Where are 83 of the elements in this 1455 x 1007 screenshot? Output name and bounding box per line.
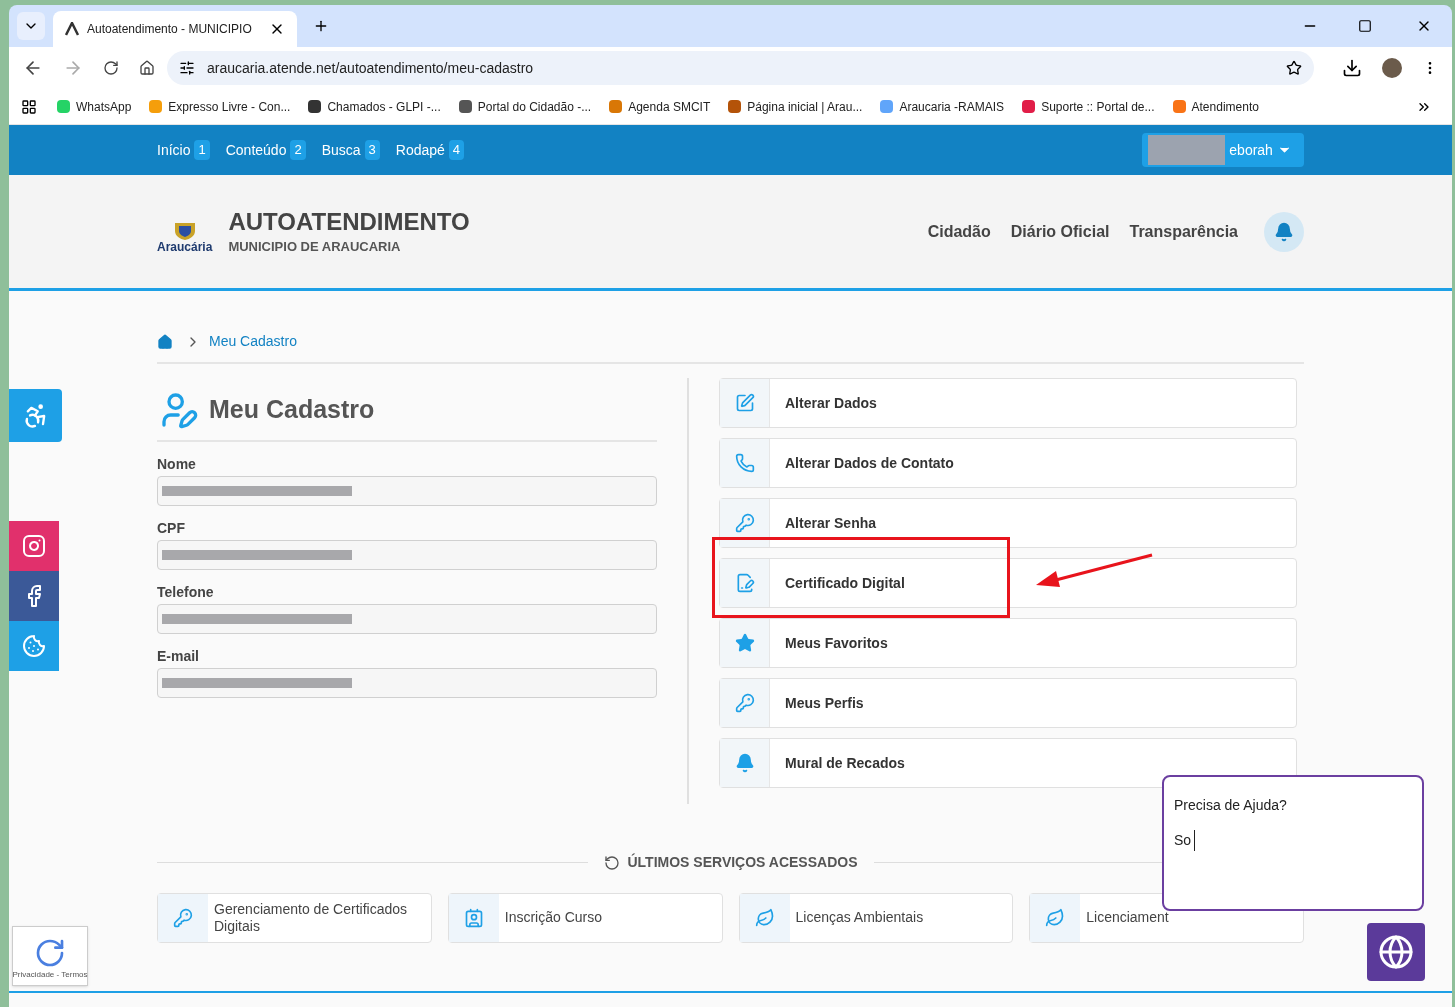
header-nav-link[interactable]: Transparência bbox=[1129, 219, 1238, 244]
recaptcha-links[interactable]: Privacidade - Termos bbox=[12, 969, 88, 981]
apps-icon[interactable] bbox=[21, 98, 37, 115]
bell-icon bbox=[734, 753, 755, 773]
chat-prompt: Precisa de Ajuda? bbox=[1174, 796, 1288, 815]
shortcut-key: 4 bbox=[448, 140, 465, 160]
shortcut-key: 3 bbox=[364, 140, 380, 160]
chat-input[interactable]: So bbox=[1174, 830, 1196, 851]
site-subtitle: MUNICIPIO DE ARAUCARIA bbox=[228, 237, 402, 256]
home-icon[interactable] bbox=[139, 60, 155, 76]
action-link[interactable]: Alterar Dados de Contato bbox=[719, 438, 1297, 488]
skip-link[interactable]: Rodapé 4 bbox=[395, 139, 465, 161]
notifications-button[interactable] bbox=[1264, 211, 1304, 252]
bell-icon bbox=[1274, 221, 1294, 242]
bookmark[interactable]: Atendimento bbox=[1172, 97, 1259, 116]
action-link[interactable]: Alterar Senha bbox=[719, 498, 1297, 548]
bookmark[interactable]: Portal do Cidadão -... bbox=[458, 97, 592, 116]
chat-launcher-button[interactable] bbox=[1367, 923, 1425, 981]
bookmark-star-icon[interactable] bbox=[1286, 60, 1302, 76]
site-title: AUTOATENDIMENTO bbox=[228, 206, 470, 237]
header-nav-link[interactable]: Diário Oficial bbox=[1010, 219, 1110, 244]
edit-icon bbox=[734, 393, 755, 413]
action-link[interactable]: Alterar Dados bbox=[719, 378, 1297, 428]
input-field[interactable] bbox=[157, 540, 657, 570]
input-field[interactable] bbox=[157, 604, 657, 634]
facebook-button[interactable] bbox=[9, 571, 59, 621]
bookmark[interactable]: Suporte :: Portal de... bbox=[1022, 97, 1155, 116]
site-settings-icon[interactable] bbox=[179, 60, 195, 76]
history-icon bbox=[603, 854, 620, 871]
action-link[interactable]: Mural de Recados bbox=[719, 738, 1297, 788]
tab-list-button[interactable] bbox=[17, 12, 45, 40]
bookmark[interactable]: Página inicial | Arau... bbox=[728, 97, 863, 116]
action-link[interactable]: Meus Perfis bbox=[719, 678, 1297, 728]
page-heading: Meu Cadastro bbox=[209, 394, 375, 426]
skip-link[interactable]: Busca 3 bbox=[321, 139, 380, 161]
logo-text: Araucária bbox=[157, 240, 213, 253]
field-label: Nome bbox=[157, 455, 197, 474]
reload-icon[interactable] bbox=[103, 60, 119, 76]
input-field[interactable] bbox=[157, 476, 657, 506]
leaf-icon bbox=[1045, 908, 1066, 928]
bookmark[interactable]: WhatsApp bbox=[57, 97, 132, 116]
new-tab-icon[interactable] bbox=[313, 18, 329, 34]
action-link[interactable]: Meus Favoritos bbox=[719, 618, 1297, 668]
skip-link[interactable]: Conteúdo 2 bbox=[225, 139, 306, 161]
service-card[interactable]: Inscrição Curso bbox=[447, 893, 723, 943]
badge-icon bbox=[463, 908, 484, 928]
tab-title: Autoatendimento - MUNICIPIO bbox=[87, 21, 253, 38]
service-card[interactable]: Gerenciamento de Certificados Digitais bbox=[157, 893, 432, 943]
accessibility-button[interactable] bbox=[9, 389, 62, 442]
download-icon[interactable] bbox=[1342, 58, 1362, 78]
key-icon bbox=[734, 693, 755, 713]
address-bar[interactable]: araucaria.atende.net/autoatendimento/meu-cadastro bbox=[167, 51, 1314, 85]
breadcrumb-link[interactable]: Meu Cadastro bbox=[209, 331, 297, 352]
bookmark[interactable]: Agenda SMCIT bbox=[609, 97, 711, 116]
field-label: CPF bbox=[157, 519, 186, 538]
cookie-icon bbox=[22, 634, 46, 658]
section-title: ÚLTIMOS SERVIÇOS ACESSADOS bbox=[627, 852, 858, 872]
url-text: araucaria.atende.net/autoatendimento/meu-cadastro bbox=[207, 58, 535, 78]
field-label: Telefone bbox=[157, 583, 215, 602]
bookmark[interactable]: Chamados - GLPI -... bbox=[308, 97, 441, 116]
maximize-icon[interactable] bbox=[1358, 19, 1372, 33]
site-icon bbox=[65, 22, 79, 36]
key-icon bbox=[173, 908, 193, 928]
service-card[interactable]: Licenças Ambientais bbox=[738, 893, 1014, 943]
bookmark[interactable]: Expresso Livre - Con... bbox=[149, 97, 291, 116]
cookie-button[interactable] bbox=[9, 621, 59, 671]
shortcut-key: 1 bbox=[194, 140, 210, 160]
instagram-icon bbox=[22, 534, 46, 558]
action-link[interactable]: Certificado Digital bbox=[719, 558, 1297, 608]
profile-avatar[interactable] bbox=[1382, 58, 1402, 78]
instagram-button[interactable] bbox=[9, 521, 59, 571]
shortcut-key: 2 bbox=[290, 140, 306, 160]
browser-tab[interactable]: Autoatendimento - MUNICIPIO bbox=[53, 11, 297, 47]
key-icon bbox=[734, 513, 755, 533]
skip-link[interactable]: Início 1 bbox=[157, 139, 210, 161]
star-icon bbox=[734, 633, 755, 653]
bookmark[interactable]: Araucaria -RAMAIS bbox=[880, 97, 1005, 116]
home-icon[interactable] bbox=[157, 333, 173, 350]
input-field[interactable] bbox=[157, 668, 657, 698]
phone-icon bbox=[734, 453, 755, 473]
leaf-icon bbox=[754, 908, 775, 928]
field-label: E-mail bbox=[157, 647, 200, 666]
header-nav-link[interactable]: Cidadão bbox=[927, 219, 991, 244]
